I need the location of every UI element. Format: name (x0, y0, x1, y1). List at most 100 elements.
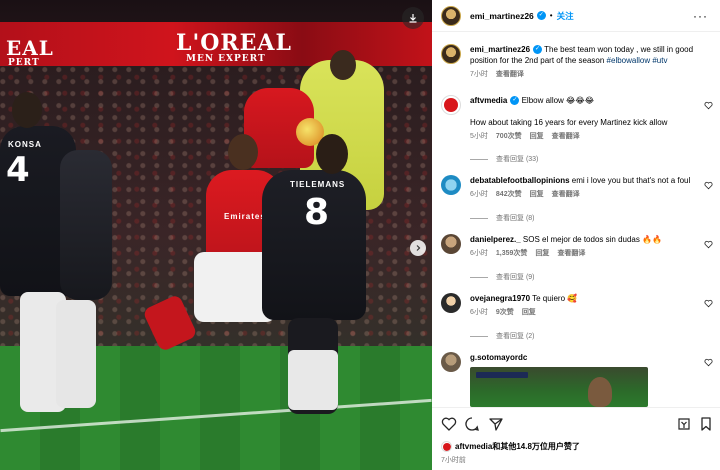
goalkeeper-head (330, 50, 356, 80)
view-replies-button[interactable]: 查看回复 (9) (470, 272, 535, 282)
share-icon[interactable] (488, 416, 504, 432)
arsenal-player-head (228, 134, 258, 170)
comment-text-line-2: How about taking 16 years for every Mart… (470, 118, 668, 127)
comment-likes[interactable]: 700次赞 (496, 131, 522, 142)
thumbnail-player (588, 377, 612, 407)
comment-likes[interactable]: 842次赞 (496, 189, 522, 200)
avatar[interactable] (441, 44, 461, 64)
like-heart-icon[interactable] (441, 416, 457, 432)
view-replies-button[interactable]: 查看回复 (2) (470, 331, 535, 341)
villa-player-background-legs (56, 300, 96, 408)
comment-username[interactable]: aftvmedia (470, 96, 507, 105)
more-options-button[interactable]: ··· (693, 9, 708, 23)
see-translation-button[interactable]: 查看翻译 (552, 189, 580, 200)
comment-time: 6小时 (470, 191, 488, 198)
action-bar: aftvmedia 和其他14.8万位用户赞了 7小时前 (432, 407, 720, 470)
view-replies-label: 查看回复 (9) (496, 274, 535, 281)
comment-text: Elbow allow 😂😂😂 (519, 96, 595, 105)
comment-item: ovejanegra1970 Te quiero 🥰 6小时 9次赞 回复 (441, 293, 713, 318)
jersey-number-4: 4 (6, 150, 30, 190)
view-replies-button[interactable]: 查看回复 (33) (470, 154, 538, 164)
villa-player-background (60, 150, 112, 300)
view-replies-label: 查看回复 (8) (496, 215, 535, 222)
comment-text: emi i love you but that's not a foul (569, 176, 691, 185)
comment-item: aftvmedia ✓ Elbow allow 😂😂😂 How about tak… (441, 95, 713, 142)
see-translation-button[interactable]: 查看翻译 (557, 248, 585, 259)
ad-sub-text: MEN EXPERT (186, 54, 266, 64)
post-header: emi_martinez26 ✓ • 关注 ··· (432, 0, 720, 32)
reply-button[interactable]: 回复 (535, 248, 549, 259)
comment-item: debatablefootballopinions emi i love you… (441, 175, 713, 200)
reply-button[interactable]: 回复 (530, 131, 544, 142)
comment-username[interactable]: g.sotomayordc (470, 353, 527, 362)
avatar[interactable] (441, 352, 461, 372)
divider (470, 158, 488, 160)
comment-icon[interactable] (464, 416, 480, 432)
avatar[interactable] (441, 95, 461, 115)
bookmark-icon[interactable] (698, 416, 714, 432)
post-caption: emi_martinez26 ✓ The best team won today … (441, 44, 713, 80)
see-translation-button[interactable]: 查看翻译 (496, 69, 524, 80)
view-replies-button[interactable]: 查看回复 (8) (470, 213, 535, 223)
villa-player-8-head (316, 134, 348, 174)
avatar[interactable] (441, 293, 461, 313)
liked-by-user[interactable]: aftvmedia (455, 442, 492, 451)
villa-player-4-head (12, 92, 42, 128)
like-comment-heart-icon[interactable] (704, 181, 713, 190)
avatar[interactable] (441, 234, 461, 254)
view-replies-label: 查看回复 (33) (496, 156, 539, 163)
scoreboard-overlay (476, 372, 528, 378)
remix-icon[interactable] (676, 416, 692, 432)
comment-time: 6小时 (470, 250, 488, 257)
avatar (441, 441, 452, 452)
like-comment-heart-icon[interactable] (704, 358, 713, 367)
avatar[interactable] (441, 5, 461, 26)
divider (470, 276, 488, 278)
jersey-name-konsa: KONSA (8, 140, 42, 149)
like-comment-heart-icon[interactable] (704, 101, 713, 110)
download-icon (409, 14, 417, 23)
liked-by-rest[interactable]: 和其他14.8万位用户赞了 (492, 441, 580, 452)
avatar[interactable] (441, 175, 461, 195)
follow-button[interactable]: 关注 (557, 10, 574, 22)
comment-username[interactable]: ovejanegra1970 (470, 294, 530, 303)
caption-hashtags[interactable]: #elbowallow #utv (607, 56, 668, 65)
comment-time: 5小时 (470, 133, 488, 140)
liked-by-summary[interactable]: aftvmedia 和其他14.8万位用户赞了 (441, 441, 580, 452)
arsenal-shirt-sponsor: Emirates (224, 212, 266, 221)
comment-image-thumbnail[interactable] (470, 367, 648, 407)
separator-dot: • (549, 11, 553, 20)
see-translation-button[interactable]: 查看翻译 (552, 131, 580, 142)
comment-text: SOS el mejor de todos sin dudas 🔥🔥 (520, 235, 663, 244)
verified-badge-icon: ✓ (536, 11, 546, 20)
reply-button[interactable]: 回复 (530, 189, 544, 200)
caption-username[interactable]: emi_martinez26 (470, 45, 530, 54)
view-replies-label: 查看回复 (2) (496, 333, 535, 340)
villa-player-8-socks (288, 350, 338, 410)
chevron-right-icon (416, 245, 421, 251)
posted-time: 7小时前 (441, 457, 466, 464)
jersey-number-8: 8 (304, 192, 330, 233)
next-image-button[interactable] (410, 240, 426, 256)
comment-time: 6小时 (470, 309, 488, 316)
reply-button[interactable]: 回复 (522, 307, 536, 318)
jersey-name-tielemans: TIELEMANS (290, 180, 346, 189)
caption-time: 7小时 (470, 71, 488, 78)
comment-text: Te quiero 🥰 (530, 294, 578, 303)
post-author-username[interactable]: emi_martinez26 (470, 11, 534, 21)
comment-likes[interactable]: 1,359次赞 (496, 248, 528, 259)
like-comment-heart-icon[interactable] (704, 240, 713, 249)
post-photo[interactable]: EAL PERT L'OREAL MEN EXPERT Emirates TIE… (0, 0, 432, 470)
divider (470, 217, 488, 219)
like-comment-heart-icon[interactable] (704, 299, 713, 308)
verified-badge-icon: ✓ (533, 45, 543, 55)
ad-main-text: L'OREAL (176, 30, 292, 56)
comment-username[interactable]: debatablefootballopinions (470, 176, 570, 185)
comment-username[interactable]: danielperez._ (470, 235, 521, 244)
download-button[interactable] (402, 7, 424, 29)
comment-likes[interactable]: 9次赞 (496, 307, 514, 318)
ad-left-text: EAL (6, 36, 54, 60)
verified-badge-icon: ✓ (510, 96, 520, 106)
divider (470, 335, 488, 337)
comment-item: danielperez._ SOS el mejor de todos sin … (441, 234, 713, 259)
